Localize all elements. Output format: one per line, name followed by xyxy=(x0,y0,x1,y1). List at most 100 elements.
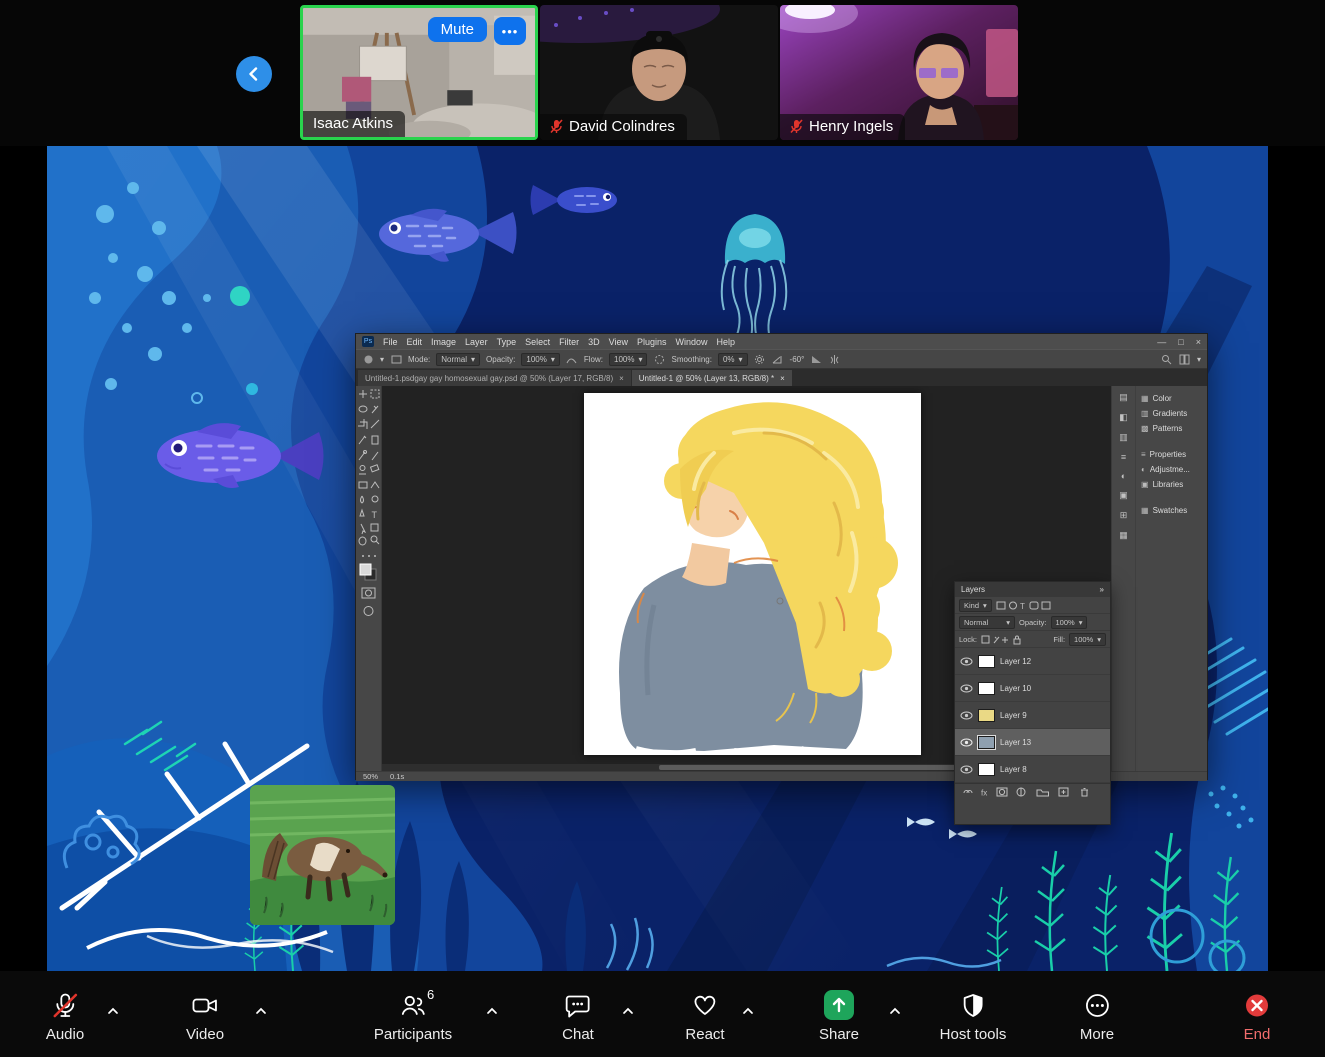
menu-help[interactable]: Help xyxy=(717,337,736,347)
arrange-documents-icon[interactable] xyxy=(1179,353,1191,365)
collapsed-panel-icon[interactable]: ⊞ xyxy=(1120,510,1128,521)
collapsed-panel-icon[interactable]: ≡ xyxy=(1121,452,1126,462)
layer-visibility-icon[interactable] xyxy=(960,738,973,747)
participants-button[interactable]: 6 Participants xyxy=(374,987,452,1043)
react-options-chevron[interactable] xyxy=(738,999,758,1022)
window-minimize-button[interactable]: — xyxy=(1157,337,1166,347)
brush-preset-caret[interactable]: ▾ xyxy=(380,355,384,364)
brush-angle-icon[interactable] xyxy=(772,353,784,365)
video-tile-david-colindres[interactable]: David Colindres xyxy=(540,5,778,140)
share-options-chevron[interactable] xyxy=(885,999,905,1022)
brush-angle-value[interactable]: -60° xyxy=(790,355,805,364)
layer-row-selected[interactable]: Layer 13 xyxy=(955,729,1110,756)
layer-visibility-icon[interactable] xyxy=(960,684,973,693)
collapsed-panel-icon[interactable]: ◐ xyxy=(1121,471,1126,481)
back-button[interactable] xyxy=(236,56,272,92)
tab-close-icon[interactable]: × xyxy=(619,374,624,383)
menu-image[interactable]: Image xyxy=(431,337,456,347)
menu-edit[interactable]: Edit xyxy=(407,337,423,347)
layer-row[interactable]: Layer 12 xyxy=(955,648,1110,675)
layer-row[interactable]: Layer 10 xyxy=(955,675,1110,702)
pressure-size-icon[interactable] xyxy=(810,353,822,365)
layer-action-icons[interactable]: fx xyxy=(961,786,1103,798)
workspace-caret[interactable]: ▾ xyxy=(1197,355,1201,364)
audio-options-chevron[interactable] xyxy=(103,999,123,1022)
document-tab-2[interactable]: Untitled-1 @ 50% (Layer 13, RGB/8) * × xyxy=(631,370,792,386)
window-close-button[interactable]: × xyxy=(1196,337,1201,347)
fill-select[interactable]: 100% ▾ xyxy=(1069,632,1106,646)
layer-row[interactable]: Layer 9 xyxy=(955,702,1110,729)
audio-button[interactable]: Audio xyxy=(46,989,84,1043)
more-button[interactable]: More xyxy=(1080,989,1114,1043)
pressure-opacity-icon[interactable] xyxy=(566,353,578,365)
layer-opacity-select[interactable]: 100% ▾ xyxy=(1050,615,1088,629)
collapsed-panel-icon[interactable]: ▦ xyxy=(1119,530,1128,541)
panel-swatches[interactable]: ▦ Swatches xyxy=(1138,503,1205,518)
layer-filter-kind-select[interactable]: Kind ▾ xyxy=(959,598,992,612)
window-restore-button[interactable]: □ xyxy=(1178,337,1183,347)
video-tile-isaac-atkins[interactable]: Mute ••• Isaac Atkins xyxy=(300,5,538,140)
video-button[interactable]: Video xyxy=(186,989,224,1043)
layer-row[interactable]: Layer 8 xyxy=(955,756,1110,783)
menu-filter[interactable]: Filter xyxy=(559,337,579,347)
airbrush-icon[interactable] xyxy=(653,353,665,365)
menu-3d[interactable]: 3D xyxy=(588,337,600,347)
libraries-panel-icon: ▣ xyxy=(1141,480,1149,489)
flow-select[interactable]: 100% ▾ xyxy=(609,352,648,366)
layer-visibility-icon[interactable] xyxy=(960,765,973,774)
opacity-select[interactable]: 100% ▾ xyxy=(521,352,560,366)
menu-layer[interactable]: Layer xyxy=(465,337,488,347)
document-tabs: Untitled-1.psdgay gay homosexual gay.psd… xyxy=(356,369,1207,386)
video-tile-henry-ingels[interactable]: Henry Ingels xyxy=(780,5,1018,140)
lock-icons[interactable] xyxy=(981,634,1023,645)
collapsed-panel-icon[interactable]: ▣ xyxy=(1119,490,1128,501)
menu-file[interactable]: File xyxy=(383,337,398,347)
collapsed-panel-icon[interactable]: ▥ xyxy=(1119,432,1128,443)
chat-button[interactable]: Chat xyxy=(562,989,594,1043)
menu-window[interactable]: Window xyxy=(676,337,708,347)
end-button[interactable]: End xyxy=(1244,989,1271,1043)
panel-libraries[interactable]: ▣ Libraries xyxy=(1138,477,1205,492)
layer-visibility-icon[interactable] xyxy=(960,657,973,666)
share-button[interactable]: Share xyxy=(819,989,859,1043)
mode-select[interactable]: Normal ▾ xyxy=(436,352,481,366)
document-canvas[interactable] xyxy=(584,393,921,757)
panel-adjustments[interactable]: ◐ Adjustme... xyxy=(1138,462,1205,477)
menu-select[interactable]: Select xyxy=(525,337,550,347)
brush-panel-toggle-icon[interactable] xyxy=(390,353,402,365)
smoothing-gear-icon[interactable] xyxy=(754,353,766,365)
collapsed-panel-icon[interactable]: ◧ xyxy=(1119,412,1128,423)
menu-type[interactable]: Type xyxy=(497,337,517,347)
panel-color[interactable]: ▦ Color xyxy=(1138,391,1205,406)
brush-preset-icon[interactable] xyxy=(362,353,374,365)
mute-button[interactable]: Mute xyxy=(427,17,487,42)
chat-options-chevron[interactable] xyxy=(618,999,638,1022)
symmetry-icon[interactable] xyxy=(828,353,840,365)
tab-close-icon[interactable]: × xyxy=(780,374,785,383)
zoom-tool-icon[interactable] xyxy=(1161,353,1173,365)
react-button[interactable]: React xyxy=(685,989,725,1043)
menu-plugins[interactable]: Plugins xyxy=(637,337,667,347)
menu-view[interactable]: View xyxy=(609,337,628,347)
zoom-level[interactable]: 50% xyxy=(363,772,378,781)
document-tab-1[interactable]: Untitled-1.psdgay gay homosexual gay.psd… xyxy=(358,370,631,386)
video-options-chevron[interactable] xyxy=(251,999,271,1022)
collapsed-panel-icon[interactable]: ▤ xyxy=(1119,392,1128,403)
participants-options-chevron[interactable] xyxy=(482,999,502,1022)
layer-thumbnail xyxy=(978,681,995,695)
layer-list: Layer 12 Layer 10 Layer 9 Layer 13 Layer… xyxy=(955,648,1110,783)
layers-panel-title: Layers xyxy=(961,585,986,594)
panel-patterns[interactable]: ▩ Patterns xyxy=(1138,421,1205,436)
layer-filter-icons[interactable]: T xyxy=(996,600,1054,611)
panel-properties[interactable]: ≡ Properties xyxy=(1138,447,1205,462)
layer-visibility-icon[interactable] xyxy=(960,711,973,720)
blend-mode-select[interactable]: Normal ▾ xyxy=(959,615,1015,629)
host-tools-label: Host tools xyxy=(939,1026,1007,1043)
panel-gradients[interactable]: ▥ Gradients xyxy=(1138,406,1205,421)
smoothing-select[interactable]: 0% ▾ xyxy=(717,352,748,366)
tools-palette[interactable]: T xyxy=(356,386,382,771)
tile-more-button[interactable]: ••• xyxy=(494,17,526,45)
camera-icon xyxy=(192,998,217,1012)
panel-menu-icon[interactable]: » xyxy=(1100,585,1104,594)
host-tools-button[interactable]: Host tools xyxy=(939,989,1007,1043)
